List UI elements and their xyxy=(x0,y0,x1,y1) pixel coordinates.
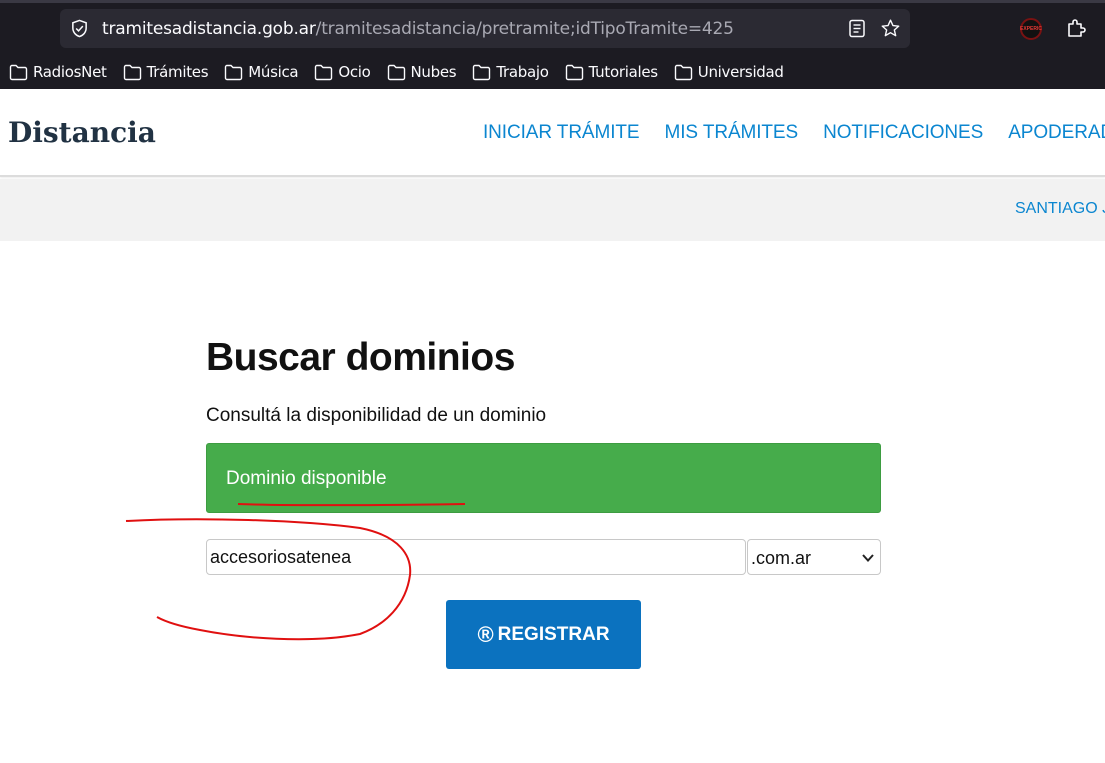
bookmark-star-icon[interactable] xyxy=(880,18,901,39)
bookmark-label: Ocio xyxy=(338,63,371,81)
bookmark-folder-tutoriales[interactable]: Tutoriales xyxy=(565,59,658,85)
bookmark-folder-radiosnet[interactable]: RadiosNet xyxy=(9,59,107,85)
bookmark-folder-musica[interactable]: Música xyxy=(224,59,299,85)
extensions-puzzle-icon[interactable] xyxy=(1065,17,1087,39)
extension-badge-icon[interactable]: EXPERIC xyxy=(1020,18,1042,40)
folder-icon xyxy=(674,64,692,80)
page-subtitle: Consultá la disponibilidad de un dominio xyxy=(206,405,547,426)
folder-icon xyxy=(225,64,243,80)
address-bar[interactable]: tramitesadistancia.gob.ar/tramitesadista… xyxy=(60,9,910,48)
bookmarks-toolbar: RadiosNet Trámites Música Ocio Nubes Trabajo T… xyxy=(0,59,791,85)
bookmark-folder-trabajo[interactable]: Trabajo xyxy=(472,59,549,85)
bookmark-label: Trabajo xyxy=(496,63,549,81)
bookmark-folder-ocio[interactable]: Ocio xyxy=(314,59,371,85)
bookmark-label: Tutoriales xyxy=(588,63,659,81)
bookmark-folder-nubes[interactable]: Nubes xyxy=(387,59,457,85)
tld-selected-value: .com.ar xyxy=(751,548,812,568)
bookmark-label: Nubes xyxy=(410,63,457,81)
registered-icon: ® xyxy=(477,621,494,647)
folder-icon xyxy=(565,64,583,80)
folder-icon xyxy=(123,64,141,80)
url-host: tramitesadistancia.gob.ar xyxy=(102,19,316,39)
browser-chrome: tramitesadistancia.gob.ar/tramitesadista… xyxy=(0,0,1105,89)
folder-icon xyxy=(473,64,491,80)
nav-notificaciones[interactable]: NOTIFICACIONES xyxy=(823,122,983,144)
availability-alert: Dominio disponible xyxy=(206,443,881,513)
tld-select[interactable]: .com.ar xyxy=(747,539,881,575)
nav-apoderados[interactable]: APODERADOS xyxy=(1008,122,1105,144)
extension-badge-text: EXPERIC xyxy=(1020,26,1042,32)
folder-icon xyxy=(315,64,333,80)
site-header: Distancia INICIAR TRÁMITE MIS TRÁMITES N… xyxy=(0,89,1105,177)
nav-iniciar-tramite[interactable]: INICIAR TRÁMITE xyxy=(483,122,640,144)
reader-view-icon[interactable] xyxy=(848,19,866,38)
url-text[interactable]: tramitesadistancia.gob.ar/tramitesadista… xyxy=(102,19,734,39)
bookmark-label: RadiosNet xyxy=(33,63,107,81)
bookmark-folder-universidad[interactable]: Universidad xyxy=(674,59,784,85)
page-title: Buscar dominios xyxy=(206,336,515,379)
user-bar: SANTIAGO J xyxy=(0,179,1105,241)
domain-input[interactable] xyxy=(206,539,746,575)
bookmark-label: Música xyxy=(248,63,299,81)
bookmark-label: Trámites xyxy=(146,63,209,81)
folder-icon xyxy=(387,64,405,80)
shield-icon[interactable] xyxy=(70,19,89,38)
availability-message: Dominio disponible xyxy=(226,468,387,489)
tab-strip-edge xyxy=(0,0,1105,3)
register-button-label: REGISTRAR xyxy=(497,623,610,645)
main-nav: INICIAR TRÁMITE MIS TRÁMITES NOTIFICACIO… xyxy=(483,122,1105,144)
folder-icon xyxy=(9,64,28,80)
nav-mis-tramites[interactable]: MIS TRÁMITES xyxy=(665,122,799,144)
register-button[interactable]: ® REGISTRAR xyxy=(446,600,641,669)
user-menu[interactable]: SANTIAGO J xyxy=(1015,200,1105,218)
bookmark-label: Universidad xyxy=(697,63,784,81)
circle-annotation xyxy=(125,518,412,641)
url-path: /tramitesadistancia/pretramite;idTipoTra… xyxy=(315,19,734,39)
bookmark-folder-tramites[interactable]: Trámites xyxy=(123,59,209,85)
site-brand[interactable]: Distancia xyxy=(8,116,156,149)
chevron-down-icon xyxy=(862,554,874,562)
